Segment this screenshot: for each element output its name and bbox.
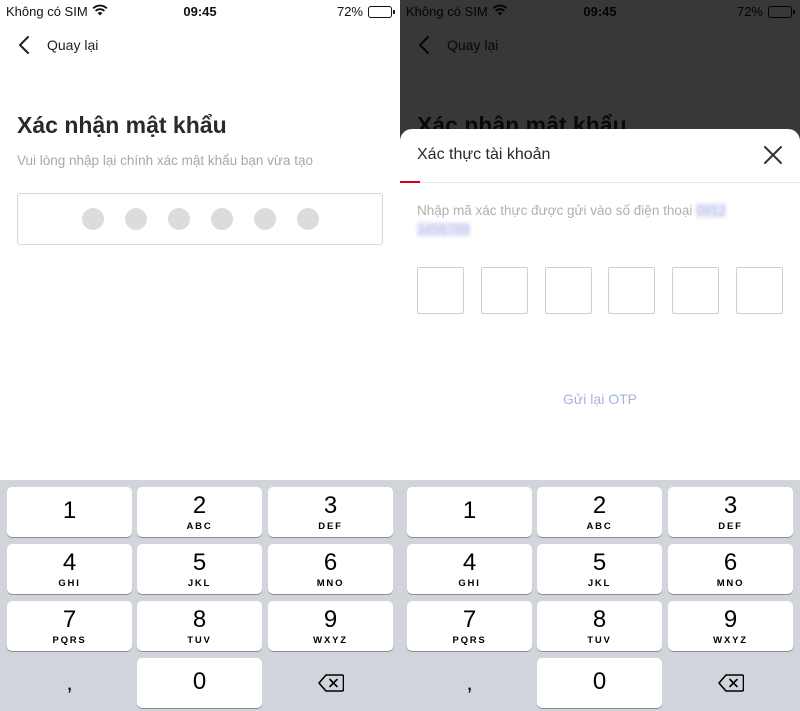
key-letters: JKL <box>587 578 612 589</box>
key-letters: TUV <box>187 635 212 646</box>
key-letters: GHI <box>458 578 481 589</box>
key-digit: 6 <box>323 549 338 576</box>
key-9[interactable]: 9 WXYZ <box>668 601 793 651</box>
pin-dot <box>81 208 104 230</box>
key-2[interactable]: 2 ABC <box>137 487 262 537</box>
otp-digit-box[interactable] <box>417 267 464 314</box>
key-4[interactable]: 4 GHI <box>407 544 532 594</box>
otp-digit-box[interactable] <box>480 267 528 314</box>
pin-dot <box>210 208 233 230</box>
battery-group: 72% <box>336 4 395 19</box>
key-1[interactable]: 1 <box>7 487 132 537</box>
key-digit: 3 <box>323 492 338 519</box>
key-digit: 0 <box>592 668 607 695</box>
key-digit: 5 <box>592 549 607 576</box>
key-digit: 4 <box>462 549 477 576</box>
key-digit: 0 <box>192 668 207 695</box>
key-digit: 8 <box>192 606 207 633</box>
key-6[interactable]: 6 MNO <box>268 544 393 594</box>
key-5[interactable]: 5 JKL <box>537 544 662 594</box>
numeric-keyboard: 1 2 ABC 3 DEF 4 GHI 5 JKL 6 MNO 7 PQRS 8 TUV 9 WXYZ, 0 <box>400 480 800 711</box>
key-letters: GHI <box>58 578 81 589</box>
key-comma[interactable]: , <box>407 658 532 708</box>
key-digit: 7 <box>462 606 477 633</box>
backspace-icon[interactable] <box>668 658 793 708</box>
nav-bar: Quay lại <box>0 30 400 60</box>
key-7[interactable]: 7 PQRS <box>7 601 132 651</box>
key-6[interactable]: 6 MNO <box>668 544 793 594</box>
key-9[interactable]: 9 WXYZ <box>268 601 393 651</box>
key-3[interactable]: 3 DEF <box>268 487 393 537</box>
otp-digit-box[interactable] <box>672 267 720 314</box>
key-0[interactable]: 0 <box>537 658 662 708</box>
backspace-icon[interactable] <box>268 658 393 708</box>
otp-description: Nhập mã xác thực được gửi vào số điện th… <box>417 201 767 239</box>
side-by-side-screens: Không có SIM 09:45 72% Quay lại Xác nhận… <box>0 0 800 711</box>
key-7[interactable]: 7 PQRS <box>407 601 532 651</box>
key-5[interactable]: 5 JKL <box>137 544 262 594</box>
key-letters: MNO <box>716 578 745 589</box>
otp-input-row <box>417 267 783 314</box>
accent-bar <box>400 181 420 183</box>
battery-icon <box>368 5 395 18</box>
key-8[interactable]: 8 TUV <box>537 601 662 651</box>
key-letters: PQRS <box>452 635 487 646</box>
key-digit: 5 <box>192 549 207 576</box>
key-letters: WXYZ <box>313 635 348 646</box>
key-letters: JKL <box>187 578 212 589</box>
key-0[interactable]: 0 <box>137 658 262 708</box>
close-icon[interactable] <box>763 145 783 165</box>
key-2[interactable]: 2 ABC <box>537 487 662 537</box>
key-comma[interactable]: , <box>7 658 132 708</box>
key-3[interactable]: 3 DEF <box>668 487 793 537</box>
confirm-password-screen: Không có SIM 09:45 72% Quay lại Xác nhận… <box>0 0 400 711</box>
key-letters: DEF <box>318 521 343 532</box>
key-letters: ABC <box>186 521 213 532</box>
key-1[interactable]: 1 <box>407 487 532 537</box>
status-bar: Không có SIM 09:45 72% <box>0 0 400 24</box>
otp-description-text: Nhập mã xác thực được gửi vào số điện th… <box>417 203 693 218</box>
account-verification-screen: Không có SIM 09:45 72% Quay lại Xác nhận… <box>400 0 800 711</box>
key-letters: DEF <box>718 521 743 532</box>
key-digit: 7 <box>62 606 77 633</box>
page-title: Xác nhận mật khẩu <box>17 112 227 138</box>
key-digit: 1 <box>62 497 77 524</box>
sheet-title: Xác thực tài khoản <box>417 146 551 163</box>
otp-digit-box[interactable] <box>544 267 592 314</box>
key-digit: 9 <box>323 606 338 633</box>
password-pin-input[interactable] <box>17 193 383 245</box>
divider <box>400 182 800 183</box>
chevron-left-icon[interactable] <box>18 34 36 56</box>
otp-digit-box[interactable] <box>608 267 656 314</box>
key-letters: ABC <box>586 521 613 532</box>
key-digit: 4 <box>62 549 77 576</box>
pin-dot <box>124 208 147 230</box>
page-subtitle: Vui lòng nhập lại chính xác mật khẩu bạn… <box>17 153 313 168</box>
key-digit: 3 <box>723 492 738 519</box>
key-letters: PQRS <box>52 635 87 646</box>
key-letters: MNO <box>316 578 345 589</box>
pin-dot <box>253 208 276 230</box>
key-digit: 2 <box>592 492 607 519</box>
key-letters: TUV <box>587 635 612 646</box>
key-digit: 2 <box>192 492 207 519</box>
key-digit: 6 <box>723 549 738 576</box>
key-digit: 1 <box>462 497 477 524</box>
key-4[interactable]: 4 GHI <box>7 544 132 594</box>
numeric-keyboard: 1 2 ABC 3 DEF 4 GHI 5 JKL 6 MNO 7 PQRS 8 TUV 9 WXYZ, 0 <box>0 480 400 711</box>
key-digit: 8 <box>592 606 607 633</box>
key-digit: 9 <box>723 606 738 633</box>
pin-dot <box>167 208 190 230</box>
pin-dot <box>296 208 319 230</box>
key-8[interactable]: 8 TUV <box>137 601 262 651</box>
resend-otp-link[interactable]: Gửi lại OTP <box>400 391 800 407</box>
battery-percent: 72% <box>336 4 363 19</box>
otp-digit-box[interactable] <box>735 267 783 314</box>
key-letters: WXYZ <box>713 635 748 646</box>
back-button[interactable]: Quay lại <box>47 37 98 53</box>
